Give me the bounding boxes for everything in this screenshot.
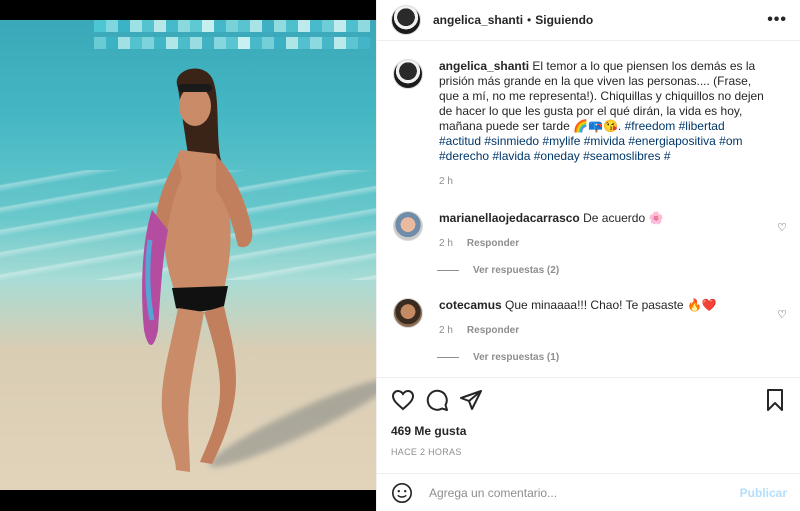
post-sidebar: angelica_shanti • Siguiendo ••• angelica… [376,0,800,511]
comment-username[interactable]: marianellaojedacarrasco [439,211,580,225]
author-username[interactable]: angelica_shanti [433,13,523,27]
share-icon[interactable] [459,388,483,412]
following-status[interactable]: Siguiendo [535,13,593,27]
comment-time: 2 h [439,325,453,336]
like-comment-heart-icon[interactable]: ♡ [777,221,787,234]
post-header: angelica_shanti • Siguiendo ••• [377,0,800,41]
caption: angelica_shanti El temor a lo que piense… [377,41,800,189]
comments-list[interactable]: angelica_shanti El temor a lo que piense… [377,41,800,377]
person-figure [142,68,253,472]
view-replies-link[interactable]: Ver respuestas (1) [437,352,800,363]
caption-avatar[interactable] [393,59,423,89]
view-replies-link[interactable]: Ver respuestas (2) [437,265,800,276]
separator-dot: • [527,13,532,27]
like-comment-heart-icon[interactable]: ♡ [777,308,787,321]
bookmark-icon[interactable] [763,388,787,412]
caption-username[interactable]: angelica_shanti [439,59,529,73]
blurred-area [94,20,376,54]
comment-item: cotecamus Que minaaaa!!! Chao! Te pasast… [377,298,800,338]
comment-time: 2 h [439,238,453,249]
comment-composer: Publicar [377,473,800,511]
likes-count[interactable]: 469 Me gusta [391,424,466,438]
emoji-icon[interactable] [391,482,413,504]
beach-scene [0,20,376,490]
view-replies-line [437,270,459,271]
publish-button[interactable]: Publicar [740,486,787,500]
more-options-icon[interactable]: ••• [767,11,787,29]
view-replies-label: Ver respuestas (2) [473,265,560,276]
reply-button[interactable]: Responder [467,238,519,249]
comment-text: De acuerdo 🌸 [583,211,664,225]
commenter-avatar[interactable] [393,298,423,328]
comment-icon[interactable] [425,388,449,412]
author-avatar[interactable] [391,5,421,35]
post-time: HACE 2 HORAS [391,447,462,457]
action-bar [377,377,800,421]
caption-time: 2 h [439,176,453,187]
heart-icon[interactable] [391,388,415,412]
reply-button[interactable]: Responder [467,325,519,336]
view-replies-label: Ver respuestas (1) [473,352,560,363]
post-photo[interactable] [0,0,376,511]
comment-input[interactable] [427,484,731,501]
view-replies-line [437,357,459,358]
comment-item: marianellaojedacarrasco De acuerdo 🌸 2 h… [377,211,800,251]
comment-text: Que minaaaa!!! Chao! Te pasaste 🔥❤️ [505,298,717,312]
comment-username[interactable]: cotecamus [439,298,502,312]
commenter-avatar[interactable] [393,211,423,241]
post-modal: angelica_shanti • Siguiendo ••• angelica… [0,0,800,511]
